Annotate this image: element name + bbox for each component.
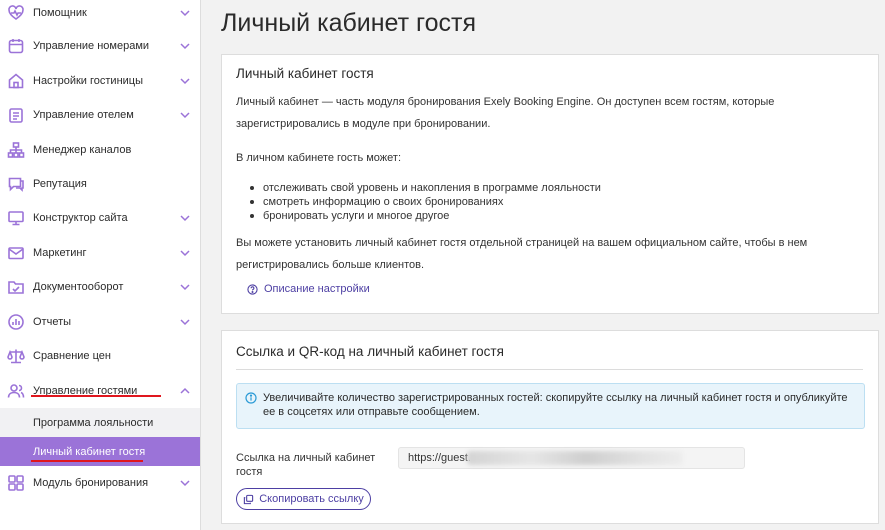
sidebar-item-label: Маркетинг bbox=[33, 247, 87, 259]
install-paragraph: Вы можете установить личный кабинет гост… bbox=[236, 237, 808, 271]
link-qr-card: Ссылка и QR-код на личный кабинет гостя … bbox=[221, 330, 879, 524]
sidebar-subitem-label: Личный кабинет гостя bbox=[33, 445, 146, 458]
chevron-down-icon[interactable] bbox=[179, 477, 191, 489]
chevron-down-icon[interactable] bbox=[179, 281, 191, 293]
settings-description-link[interactable]: Описание настройки bbox=[247, 283, 370, 295]
sidebar-item-label: Управление отелем bbox=[33, 109, 134, 121]
sidebar-item-label: Управление номерами bbox=[33, 40, 150, 52]
sidebar-item-rooms[interactable]: Управление номерами bbox=[0, 29, 200, 63]
grid-icon bbox=[7, 474, 25, 492]
capabilities-list: отслеживать свой уровень и накопления в … bbox=[250, 181, 601, 223]
sidebar-item-label: Конструктор сайта bbox=[33, 212, 128, 224]
info-icon bbox=[245, 392, 257, 404]
chevron-down-icon[interactable] bbox=[179, 212, 191, 224]
page-title: Личный кабинет гостя bbox=[221, 9, 476, 37]
capabilities-intro: В личном кабинете гость может: bbox=[236, 152, 402, 164]
sidebar-subitem-label: Программа лояльности bbox=[33, 416, 154, 429]
chevron-up-icon[interactable] bbox=[179, 385, 191, 397]
heart-pulse-icon bbox=[7, 4, 25, 22]
sidebar-item-label: Сравнение цен bbox=[33, 350, 111, 362]
users-icon bbox=[7, 382, 25, 400]
chat-bubble-icon bbox=[7, 175, 25, 193]
sidebar-item-label: Помощник bbox=[33, 7, 87, 19]
guest-link-field[interactable]: https://guest. bbox=[398, 447, 745, 469]
info-banner: Увеличивайте количество зарегистрированн… bbox=[236, 383, 865, 429]
chevron-down-icon[interactable] bbox=[179, 40, 191, 52]
main-content: Личный кабинет гостя Личный кабинет гост… bbox=[201, 0, 885, 530]
sidebar-item-label: Отчеты bbox=[33, 316, 72, 328]
guest-account-underline bbox=[31, 460, 143, 462]
card-title: Личный кабинет гостя bbox=[236, 66, 374, 81]
hierarchy-icon bbox=[7, 141, 25, 159]
sidebar-item-label: Модуль бронирования bbox=[33, 477, 149, 489]
sidebar: Помощник Управление номерами Настройки г… bbox=[0, 0, 201, 530]
intro-paragraph: Личный кабинет — часть модуля бронирован… bbox=[236, 96, 775, 130]
envelope-icon bbox=[7, 244, 25, 262]
chevron-down-icon[interactable] bbox=[179, 75, 191, 87]
sidebar-item-marketing[interactable]: Маркетинг bbox=[0, 236, 200, 270]
sidebar-item-site-builder[interactable]: Конструктор сайта bbox=[0, 201, 200, 235]
divider bbox=[236, 369, 863, 370]
settings-description-label: Описание настройки bbox=[264, 283, 370, 295]
sidebar-item-hotel-management[interactable]: Управление отелем bbox=[0, 98, 200, 132]
chevron-down-icon[interactable] bbox=[179, 316, 191, 328]
sidebar-item-label: Репутация bbox=[33, 178, 87, 190]
list-item: бронировать услуги и многое другое bbox=[250, 209, 601, 223]
guest-account-card: Личный кабинет гостя Личный кабинет — ча… bbox=[221, 54, 879, 314]
monitor-icon bbox=[7, 209, 25, 227]
blurred-url-redaction bbox=[467, 451, 683, 465]
guest-link-label: Ссылка на личный кабинет гостя bbox=[236, 452, 376, 478]
copy-icon bbox=[244, 494, 254, 504]
clipboard-icon bbox=[7, 106, 25, 124]
sidebar-item-assistant[interactable]: Помощник bbox=[0, 0, 200, 30]
copy-link-button[interactable]: Скопировать ссылку bbox=[236, 488, 371, 510]
list-item: отслеживать свой уровень и накопления в … bbox=[250, 181, 601, 195]
sidebar-item-booking-module[interactable]: Модуль бронирования bbox=[0, 466, 200, 500]
sidebar-item-reports[interactable]: Отчеты bbox=[0, 305, 200, 339]
house-icon bbox=[7, 72, 25, 90]
sidebar-item-hotel-settings[interactable]: Настройки гостиницы bbox=[0, 64, 200, 98]
sidebar-item-price-comparison[interactable]: Сравнение цен bbox=[0, 339, 200, 373]
card-title: Ссылка и QR-код на личный кабинет гостя bbox=[236, 344, 504, 359]
question-circle-icon bbox=[247, 283, 258, 295]
folder-check-icon bbox=[7, 278, 25, 296]
chevron-down-icon[interactable] bbox=[179, 247, 191, 259]
calendar-icon bbox=[7, 37, 25, 55]
guest-link-value: https://guest. bbox=[408, 452, 471, 464]
sidebar-item-label: Настройки гостиницы bbox=[33, 75, 143, 87]
chevron-down-icon[interactable] bbox=[179, 7, 191, 19]
copy-link-label: Скопировать ссылку bbox=[259, 493, 364, 505]
sidebar-item-reputation[interactable]: Репутация bbox=[0, 167, 200, 201]
chart-bars-icon bbox=[7, 313, 25, 331]
scales-icon bbox=[7, 347, 25, 365]
sidebar-item-label: Менеджер каналов bbox=[33, 144, 132, 156]
sidebar-submenu: Программа лояльности Личный кабинет гост… bbox=[0, 408, 200, 466]
sidebar-item-label: Документооборот bbox=[33, 281, 124, 293]
sidebar-item-channel-manager[interactable]: Менеджер каналов bbox=[0, 133, 200, 167]
sidebar-item-documents[interactable]: Документооборот bbox=[0, 270, 200, 304]
guest-management-underline bbox=[31, 395, 161, 397]
chevron-down-icon[interactable] bbox=[179, 109, 191, 121]
info-text: Увеличивайте количество зарегистрированн… bbox=[263, 392, 848, 418]
list-item: смотреть информацию о своих бронирования… bbox=[250, 195, 601, 209]
sidebar-subitem-loyalty[interactable]: Программа лояльности bbox=[0, 408, 200, 437]
sidebar-item-guest-management[interactable]: Управление гостями bbox=[0, 374, 200, 408]
